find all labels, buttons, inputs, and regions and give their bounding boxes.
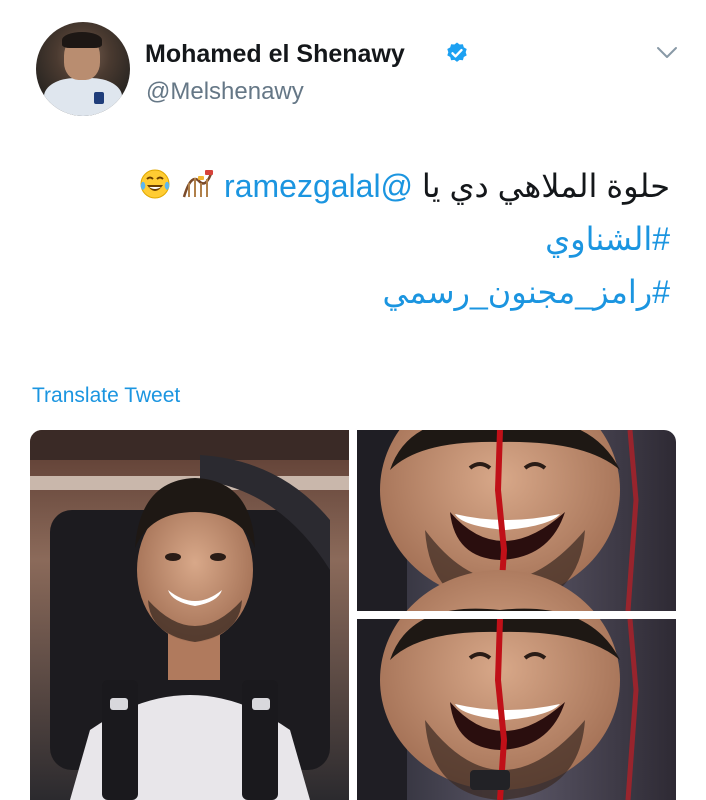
hashtag-link-1[interactable]: #الشناوي bbox=[50, 213, 670, 266]
tears-of-joy-icon bbox=[140, 169, 170, 199]
avatar[interactable] bbox=[36, 22, 130, 116]
author-display-name[interactable]: Mohamed el Shenawy bbox=[145, 40, 405, 69]
tweet-card: Mohamed el Shenawy @Melshenawy حلوة المل… bbox=[0, 0, 706, 800]
media-grid bbox=[30, 430, 676, 800]
translate-tweet-link[interactable]: Translate Tweet bbox=[32, 384, 180, 408]
roller-coaster-icon bbox=[182, 170, 214, 198]
chevron-down-icon[interactable] bbox=[656, 46, 678, 60]
mention-link[interactable]: @ramezgalal bbox=[224, 168, 413, 204]
tweet-text-line-1: حلوة الملاهي دي يا @ramezgalal bbox=[50, 160, 670, 213]
media-photo-1[interactable] bbox=[30, 430, 349, 800]
tweet-body-text: حلوة الملاهي دي يا bbox=[421, 168, 670, 204]
verified-badge-icon bbox=[447, 42, 467, 62]
tweet-text: حلوة الملاهي دي يا @ramezgalal #الشناوي … bbox=[50, 160, 670, 319]
hashtag-link-2[interactable]: #رامز_مجنون_رسمي bbox=[50, 266, 670, 319]
author-handle[interactable]: @Melshenawy bbox=[146, 78, 304, 106]
